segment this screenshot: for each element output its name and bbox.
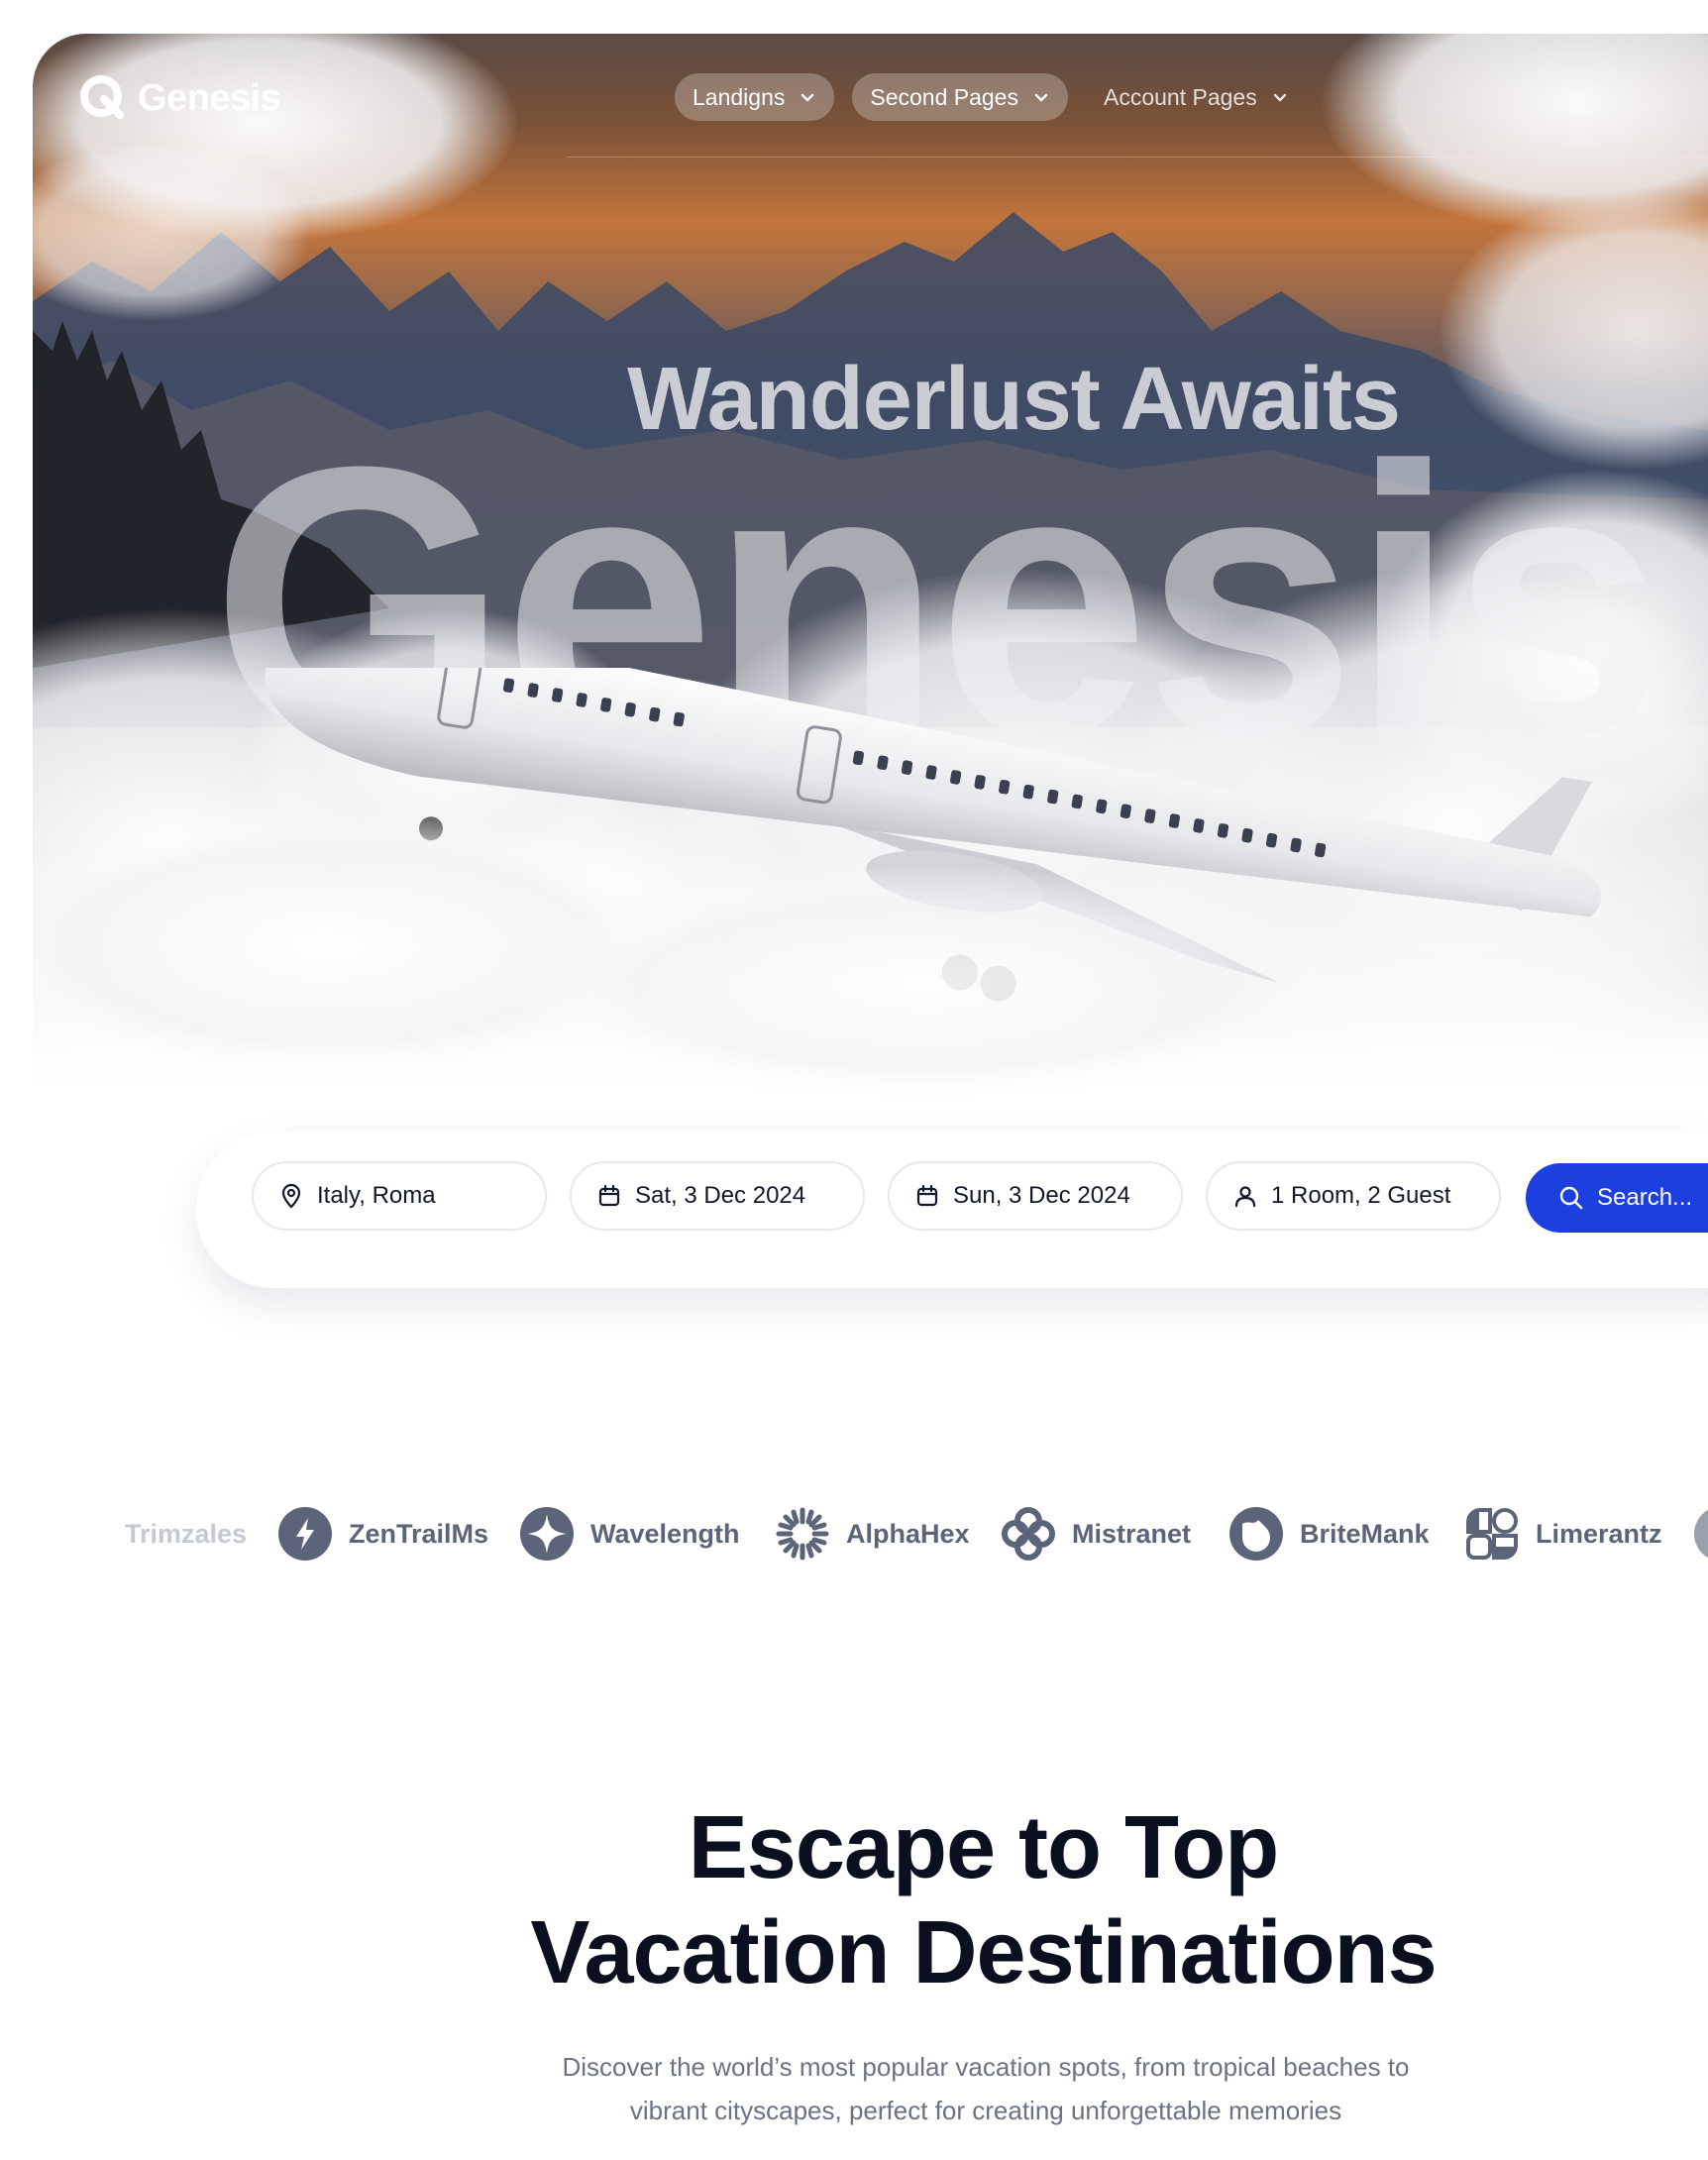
- nav-label: Account Pages: [1103, 83, 1257, 110]
- logo-text: Genesis: [138, 76, 281, 119]
- section-subtitle-line: vibrant cityscapes, perfect for creating…: [629, 2096, 1342, 2125]
- section-title: Escape to Top Vacation Destinations: [0, 1795, 1708, 2005]
- section-title-line: Escape to Top: [688, 1798, 1279, 1897]
- checkout-value: Sun, 3 Dec 2024: [953, 1182, 1130, 1209]
- nav-label: Landigns: [693, 83, 786, 110]
- foreground-clouds: [33, 807, 1340, 1104]
- logo-icon: [80, 75, 124, 119]
- checkout-field[interactable]: Sun, 3 Dec 2024: [888, 1161, 1183, 1231]
- brand-wavelength: Wavelength: [519, 1504, 740, 1564]
- search-button-label: Search...: [1597, 1184, 1693, 1211]
- section-title-line: Vacation Destinations: [530, 1903, 1437, 2002]
- brand-name: Wavelength: [590, 1518, 740, 1549]
- chevron-down-icon: [801, 93, 814, 102]
- hero-banner: Genesis Wanderlust Awaits Genesis Landig…: [33, 34, 1708, 1104]
- brand-name: BriteMank: [1300, 1518, 1430, 1549]
- guests-field[interactable]: 1 Room, 2 Guest: [1206, 1161, 1501, 1231]
- nav-second-pages[interactable]: Second Pages: [852, 73, 1068, 121]
- logo[interactable]: Genesis: [80, 75, 281, 121]
- nav-landings[interactable]: Landigns: [675, 73, 835, 121]
- drop-icon: [1229, 1507, 1283, 1561]
- search-button[interactable]: Search...: [1526, 1163, 1708, 1233]
- calendar-icon: [916, 1184, 938, 1207]
- map-pin-icon: [281, 1183, 301, 1209]
- chevron-down-icon: [1273, 93, 1286, 102]
- location-field[interactable]: Italy, Roma: [252, 1161, 547, 1231]
- brand-partial-icon: [1694, 1506, 1708, 1562]
- quad-shapes-icon: [1466, 1508, 1518, 1560]
- flower-icon: [1002, 1507, 1055, 1561]
- nav-label: Second Pages: [870, 83, 1018, 110]
- brand-zentrailms: ZenTrailMs: [277, 1504, 488, 1564]
- brand-name: AlphaHex: [846, 1518, 970, 1549]
- brand-mistranet: Mistranet: [1001, 1504, 1191, 1564]
- user-icon: [1234, 1186, 1256, 1208]
- guests-value: 1 Room, 2 Guest: [1271, 1182, 1451, 1209]
- main-nav: Landigns Second Pages Account Pages: [675, 73, 1307, 121]
- section-subtitle-line: Discover the world’s most popular vacati…: [562, 2052, 1410, 2082]
- header-divider: [568, 157, 1708, 158]
- four-point-star-icon: [520, 1507, 574, 1561]
- sunburst-icon: [776, 1507, 829, 1561]
- brand-name: Mistranet: [1072, 1518, 1192, 1549]
- section-subtitle: Discover the world’s most popular vacati…: [0, 2045, 1708, 2132]
- checkin-value: Sat, 3 Dec 2024: [635, 1182, 806, 1209]
- checkin-field[interactable]: Sat, 3 Dec 2024: [570, 1161, 865, 1231]
- brand-name: ZenTrailMs: [349, 1518, 489, 1549]
- brand-name: Limerantz: [1536, 1518, 1662, 1549]
- nav-account-pages[interactable]: Account Pages: [1086, 73, 1307, 121]
- brand-britemank: BriteMank: [1228, 1504, 1430, 1564]
- brand-alphahex: AlphaHex: [775, 1504, 970, 1564]
- location-value: Italy, Roma: [317, 1182, 436, 1209]
- brand-trimzales: Trimzales: [125, 1504, 247, 1564]
- calendar-icon: [598, 1184, 620, 1207]
- chevron-down-icon: [1034, 93, 1048, 102]
- brand-limerantz: Limerantz: [1464, 1504, 1662, 1564]
- brand-name: Trimzales: [125, 1518, 248, 1549]
- search-icon: [1559, 1186, 1583, 1210]
- hero-title: Wanderlust Awaits: [627, 350, 1401, 449]
- lightning-icon: [278, 1507, 332, 1561]
